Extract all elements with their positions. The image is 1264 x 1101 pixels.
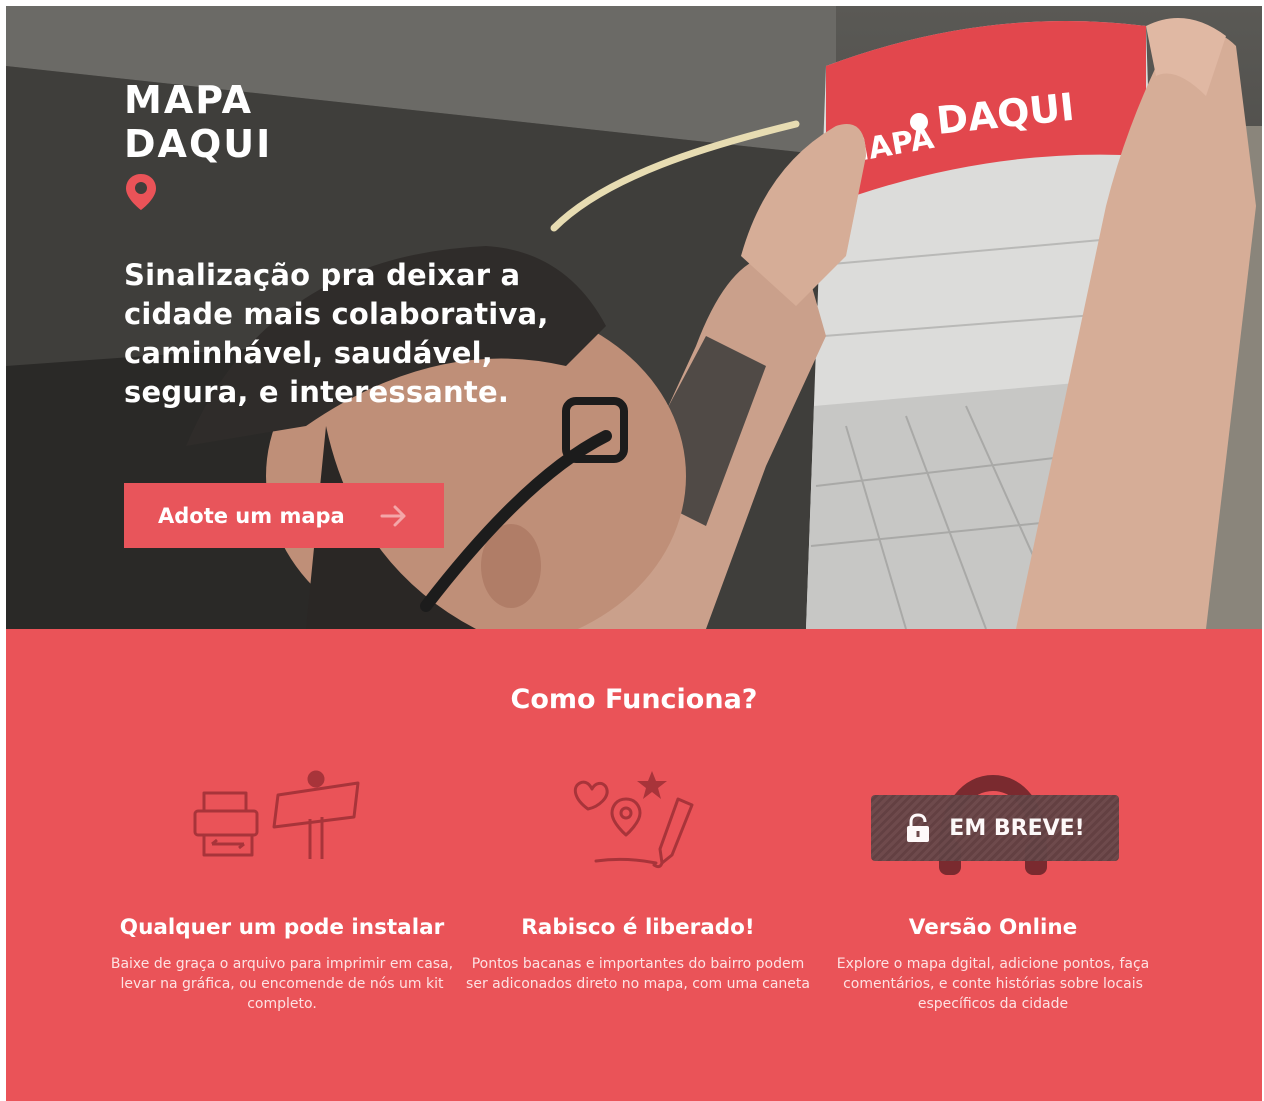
doodle-icons — [573, 771, 694, 869]
map-pin-icon — [126, 174, 156, 210]
tagline-line-4: segura, e interessante. — [124, 375, 510, 409]
page: MAPA DAQUI MAPA DAQUI Sinalização pra de… — [6, 6, 1262, 1101]
star-icon — [637, 771, 667, 799]
hero-tagline: Sinalização pra deixar a cidade mais col… — [124, 256, 594, 412]
printer-icon — [193, 791, 259, 857]
feature-online: EM BREVE! Versão Online Explore o mapa d… — [813, 769, 1173, 1014]
logo-line-1: MAPA — [124, 78, 253, 122]
adopt-map-label: Adote um mapa — [158, 503, 345, 528]
adopt-map-button[interactable]: Adote um mapa — [124, 483, 444, 548]
feature-install-icons — [102, 769, 462, 884]
coming-soon-label: EM BREVE! — [949, 815, 1085, 841]
tagline-line-2: cidade mais colaborativa, — [124, 297, 549, 331]
arrow-right-icon — [380, 505, 406, 527]
feature-online-title: Versão Online — [908, 915, 1078, 940]
feature-install-text: Baixe de graça o arquivo para imprimir e… — [110, 956, 454, 1012]
how-it-works-title: Como Funciona? — [510, 684, 758, 715]
hero-section: MAPA DAQUI MAPA DAQUI Sinalização pra de… — [6, 6, 1262, 629]
lock-icon — [907, 813, 930, 842]
feature-doodle-icons — [458, 769, 818, 884]
feature-online-icons: EM BREVE! — [813, 769, 1173, 884]
feature-install: Qualquer um pode instalar Baixe de graça… — [102, 769, 462, 1014]
how-it-works-section: Como Funciona? Qualquer um pode instalar… — [6, 629, 1262, 1101]
feature-doodle: Rabisco é liberado! Pontos bacanas e imp… — [458, 769, 818, 994]
coming-soon-badge: EM BREVE! — [871, 795, 1119, 861]
feature-install-title: Qualquer um pode instalar — [119, 915, 445, 940]
person-sign-icon — [272, 770, 360, 859]
feature-doodle-text: Pontos bacanas e importantes do bairro p… — [466, 956, 810, 992]
tagline-line-3: caminhável, saudável, — [124, 336, 493, 370]
logo-line-2: DAQUI — [124, 122, 273, 166]
logo[interactable]: MAPA DAQUI — [124, 78, 272, 166]
pencil-icon — [658, 797, 694, 865]
feature-doodle-title: Rabisco é liberado! — [521, 915, 755, 940]
tagline-line-1: Sinalização pra deixar a — [124, 258, 521, 292]
feature-online-text: Explore o mapa dgital, adicione pontos, … — [836, 956, 1150, 1012]
heart-icon — [573, 780, 609, 811]
